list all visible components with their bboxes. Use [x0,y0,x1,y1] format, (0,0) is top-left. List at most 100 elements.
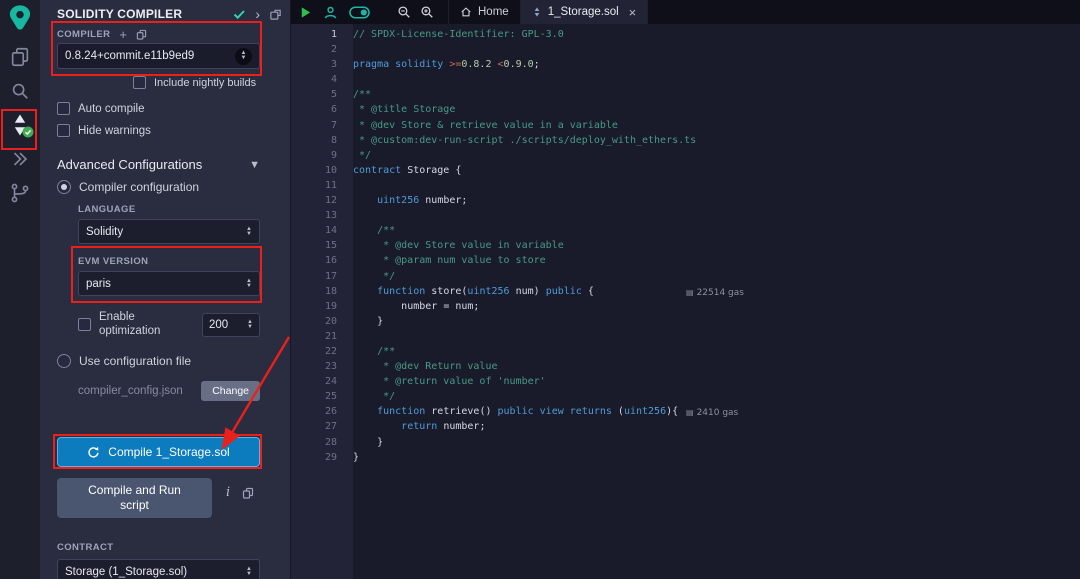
git-branch-icon[interactable] [6,179,34,207]
solidity-compiler-icon[interactable] [6,111,34,139]
code-line: // SPDX-License-Identifier: GPL-3.0 [353,27,1080,42]
hide-warnings-checkbox[interactable] [57,124,70,137]
run-script-play-icon[interactable] [299,6,312,19]
enable-optimization-checkbox[interactable] [78,318,91,331]
line-number: 2 [291,42,337,57]
tab-home[interactable]: Home [448,0,521,24]
optimization-runs-input[interactable]: 200 ▲▼ [202,313,260,337]
advanced-configurations-header[interactable]: Advanced Configurations ▼ [57,157,260,172]
panel-header: SOLIDITY COMPILER › [57,0,282,24]
language-value: Solidity [86,226,123,238]
line-number: 12 [291,193,337,208]
tab-home-label: Home [478,6,509,18]
deploy-run-icon[interactable] [6,145,34,173]
compiler-configuration-radio[interactable] [57,180,71,194]
advanced-configurations-title: Advanced Configurations [57,157,249,172]
line-number: 21 [291,329,337,344]
compiler-configuration-row: Compiler configuration [57,180,260,194]
activity-bar [0,0,40,579]
code-editor[interactable]: 1234567891011121314151617181920212223242… [291,24,1080,579]
contract-value: Storage (1_Storage.sol) [65,566,187,578]
open-window-icon[interactable] [269,8,282,21]
file-explorer-icon[interactable] [6,43,34,71]
line-number: 29 [291,450,337,465]
line-number: 24 [291,374,337,389]
line-number: 20 [291,314,337,329]
use-config-file-row: Use configuration file [57,354,260,368]
evm-version-label: EVM VERSION [78,256,260,267]
line-number-gutter: 1234567891011121314151617181920212223242… [291,24,353,579]
include-nightly-row: Include nightly builds [133,76,260,89]
line-number: 14 [291,223,337,238]
auto-compile-checkbox[interactable] [57,102,70,115]
code-line: function retrieve() public view returns … [353,404,1080,419]
language-select[interactable]: Solidity ▲▼ [78,219,260,244]
code-line: return number; [353,419,1080,434]
evm-version-select[interactable]: paris ▲▼ [78,271,260,296]
code-content[interactable]: // SPDX-License-Identifier: GPL-3.0 pragm… [353,24,1080,579]
line-number: 28 [291,435,337,450]
compiled-check-badge [22,126,34,138]
code-line: number = num; [353,299,1080,314]
line-number: 27 [291,419,337,434]
gas-icon: ▤ [686,408,694,417]
line-number: 10 [291,163,337,178]
line-number: 19 [291,299,337,314]
compile-button[interactable]: Compile 1_Storage.sol [57,437,260,467]
language-spinner-icon: ▲▼ [246,227,252,237]
compile-run-row: Compile and Run script i [57,467,260,518]
hide-warnings-label: Hide warnings [78,125,151,137]
compiler-version-select[interactable]: 0.8.24+commit.e11b9ed9 ▲▼ [57,43,260,69]
code-line: } [353,314,1080,329]
tab-file-label: 1_Storage.sol [548,6,619,18]
version-spinner-icon[interactable]: ▲▼ [235,48,252,65]
code-line: * @custom:dev-run-script ./scripts/deplo… [353,133,1080,148]
zoom-in-icon[interactable] [420,5,434,19]
use-config-file-radio[interactable] [57,354,71,368]
line-number: 13 [291,208,337,223]
contract-select[interactable]: Storage (1_Storage.sol) ▲▼ [57,559,260,579]
contract-spinner-icon: ▲▼ [246,567,252,577]
code-line [353,329,1080,344]
code-line: * @title Storage [353,102,1080,117]
code-line: * @dev Store value in variable [353,238,1080,253]
enable-optimization-label: Enable optimization [99,311,183,338]
code-line: function store(uint256 num) public {▤225… [353,284,1080,299]
include-nightly-checkbox[interactable] [133,76,146,89]
runs-spinner-icon: ▲▼ [247,320,253,330]
close-tab-icon[interactable]: × [629,7,637,18]
toggle-switch-icon[interactable] [349,6,370,19]
code-line [353,72,1080,87]
chevron-right-icon[interactable]: › [255,6,260,22]
compile-and-run-button[interactable]: Compile and Run script [57,478,212,518]
editor-topbar: Home 1_Storage.sol × [291,0,1080,24]
search-icon[interactable] [6,77,34,105]
auto-compile-row: Auto compile [57,102,260,115]
info-icon[interactable]: i [226,485,230,500]
user-icon[interactable] [323,5,338,20]
line-number: 17 [291,269,337,284]
solidity-file-icon [532,7,542,17]
compile-refresh-icon [87,446,100,459]
remix-logo-icon [6,3,34,31]
tab-1-storage-sol[interactable]: 1_Storage.sol × [521,0,649,24]
code-line: * @dev Return value [353,359,1080,374]
code-line: */ [353,389,1080,404]
line-number: 23 [291,359,337,374]
compiler-section-label: COMPILER [57,29,110,40]
line-number: 1 [291,27,337,42]
change-config-button[interactable]: Change [201,381,260,401]
use-config-file-label: Use configuration file [79,354,191,368]
compiler-configuration-label: Compiler configuration [79,180,199,194]
add-compiler-icon[interactable]: + [119,30,127,40]
copy-icon[interactable] [242,487,254,499]
line-number: 16 [291,253,337,268]
code-line [353,42,1080,57]
contract-section-label: CONTRACT [57,542,260,553]
code-line: pragma solidity >=0.8.2 <0.9.0; [353,57,1080,72]
code-line: */ [353,269,1080,284]
zoom-out-icon[interactable] [397,5,411,19]
optimization-row: Enable optimization 200 ▲▼ [78,311,260,338]
line-number: 22 [291,344,337,359]
reload-compiler-icon[interactable] [136,29,147,40]
